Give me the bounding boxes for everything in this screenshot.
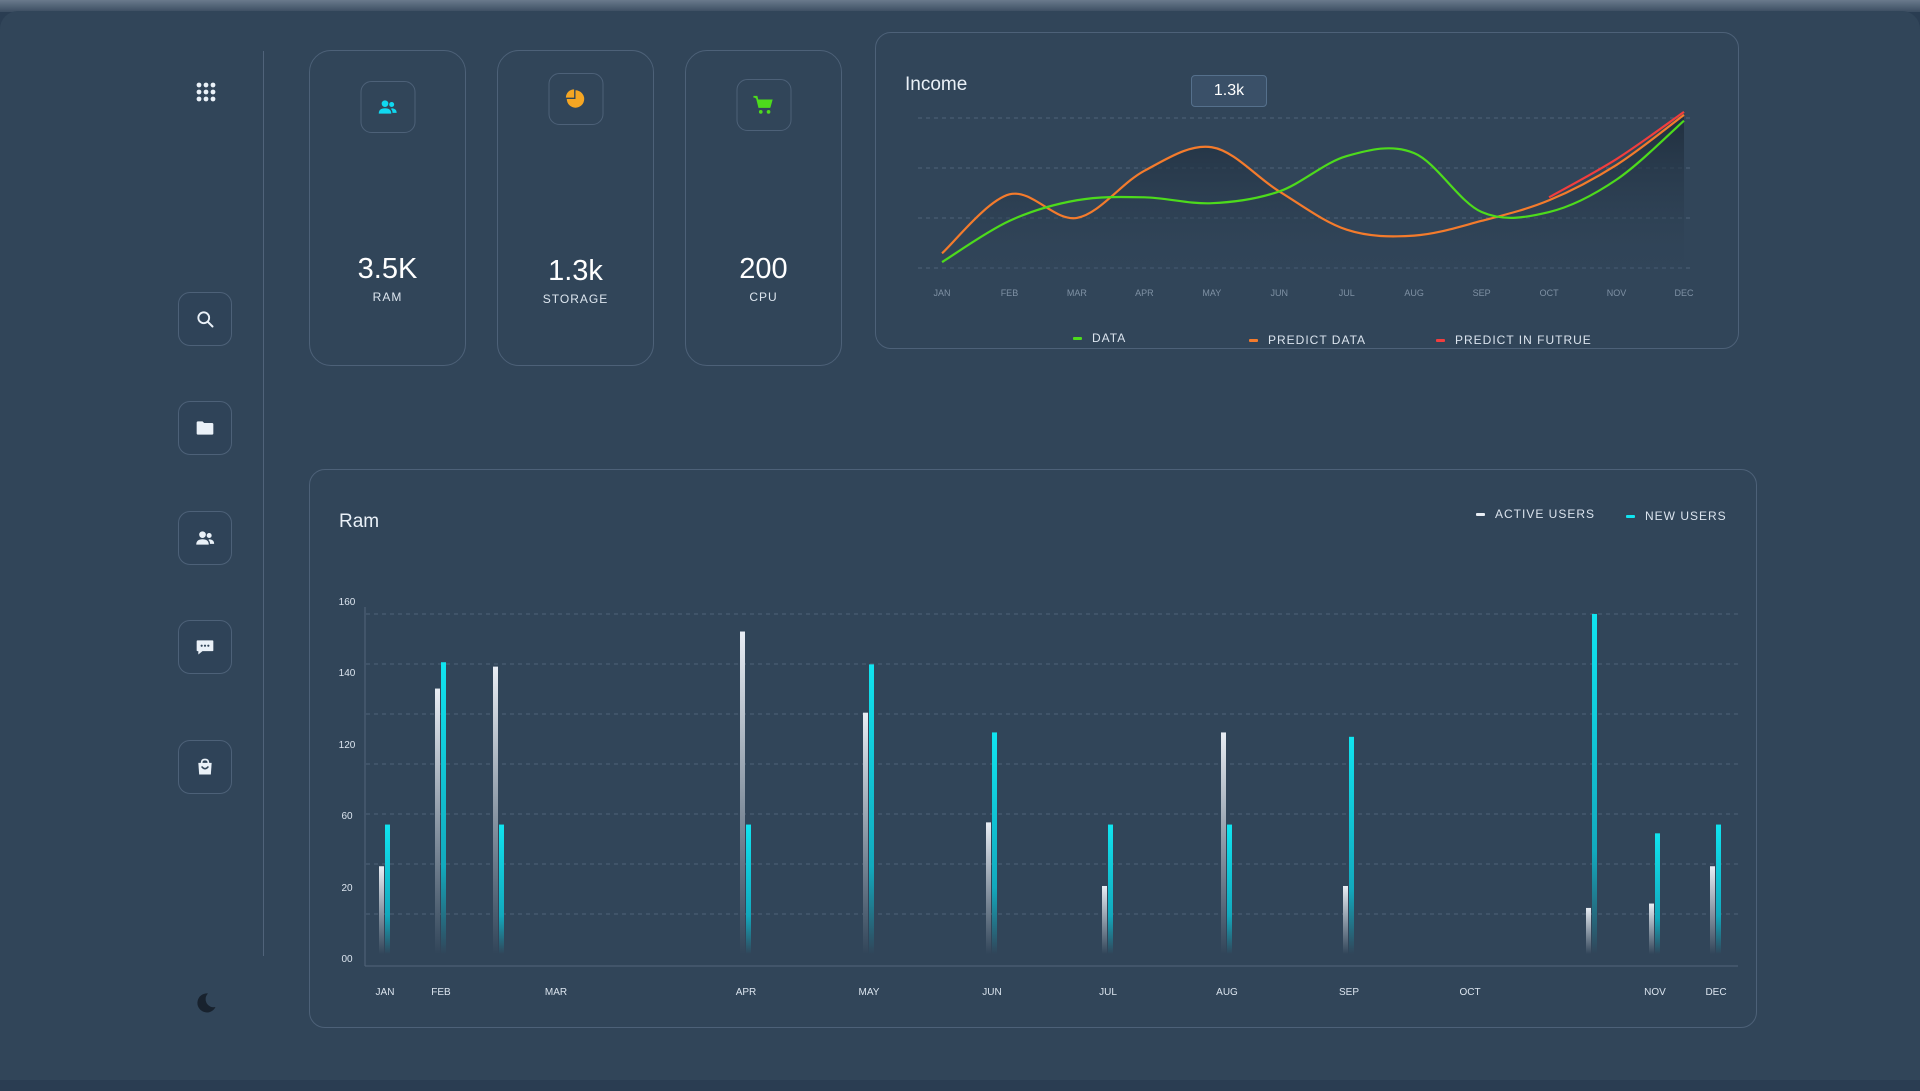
- card-value: 200: [739, 253, 788, 285]
- legend-swatch: [1436, 338, 1445, 342]
- grid-apps-icon[interactable]: [194, 80, 218, 104]
- card-icon-box: [548, 73, 603, 125]
- shopping-bag-icon: [198, 758, 212, 775]
- sidebar-item-folder[interactable]: [178, 401, 232, 455]
- legend-swatch: [1249, 338, 1258, 342]
- sidebar-item-messages[interactable]: [178, 620, 232, 674]
- card-label: RAM: [372, 290, 403, 304]
- income-title: Income: [905, 74, 968, 95]
- card-label: STORAGE: [542, 292, 609, 306]
- chat-icon: [196, 640, 214, 655]
- legend-swatch: [1476, 512, 1485, 516]
- legend-swatch: [1626, 514, 1635, 518]
- legend-label: ACTIVE USERS: [1495, 507, 1596, 521]
- legend-new-users[interactable]: NEW USERS: [1626, 509, 1727, 523]
- legend-label: DATA: [1092, 331, 1127, 345]
- income-tooltip: 1.3k: [1191, 75, 1267, 107]
- legend-active-users[interactable]: ACTIVE USERS: [1476, 507, 1595, 521]
- sidebar-item-users[interactable]: [178, 511, 232, 565]
- legend-label: PREDICT IN FUTRUE: [1455, 333, 1592, 347]
- card-value: 1.3k: [548, 255, 603, 287]
- card-icon-box: [360, 81, 415, 133]
- dashboard-window: 3.5K RAM 1.3k STORAGE 200 CPU Income JAN…: [0, 11, 1920, 1080]
- card-icon-box: [736, 79, 791, 131]
- stat-card-cpu: 200 CPU: [685, 50, 842, 366]
- pie-chart-icon: [565, 89, 585, 108]
- ram-title: Ram: [339, 511, 380, 532]
- card-value: 3.5K: [357, 253, 418, 285]
- legend-data[interactable]: DATA: [1073, 331, 1126, 345]
- folder-icon: [196, 421, 214, 435]
- legend-label: PREDICT DATA: [1268, 333, 1367, 347]
- income-panel: Income: [875, 32, 1739, 349]
- legend-predict-data[interactable]: PREDICT DATA: [1249, 333, 1366, 347]
- ram-panel: Ram: [309, 469, 1757, 1028]
- legend-swatch: [1073, 336, 1082, 340]
- users-icon: [196, 531, 215, 545]
- stat-card-ram: 3.5K RAM: [309, 50, 466, 366]
- moon-icon[interactable]: [194, 991, 218, 1015]
- search-icon: [197, 311, 214, 328]
- stat-card-storage: 1.3k STORAGE: [497, 50, 654, 366]
- sidebar-item-shop[interactable]: [178, 740, 232, 794]
- sidebar-divider: [263, 51, 264, 956]
- users-icon: [378, 100, 397, 114]
- sidebar-item-search[interactable]: [178, 292, 232, 346]
- legend-predict-future[interactable]: PREDICT IN FUTRUE: [1436, 333, 1592, 347]
- legend-label: NEW USERS: [1645, 509, 1727, 523]
- cart-icon: [753, 95, 773, 114]
- card-label: CPU: [749, 290, 778, 304]
